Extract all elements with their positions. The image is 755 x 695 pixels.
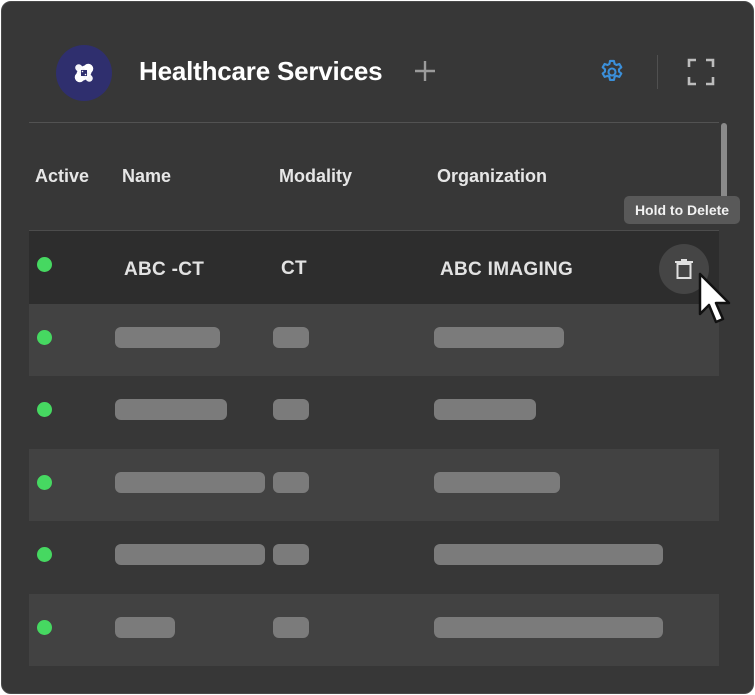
active-status-dot	[37, 329, 52, 345]
redacted-organization	[434, 399, 536, 420]
column-header-name[interactable]: Name	[122, 166, 171, 187]
column-header-active[interactable]: Active	[35, 166, 89, 187]
table-row[interactable]	[29, 376, 719, 449]
column-header-modality[interactable]: Modality	[279, 166, 352, 187]
service-name: ABC -CT	[124, 259, 205, 280]
redacted-name	[115, 544, 265, 565]
table-row[interactable]	[29, 448, 719, 521]
redacted-organization	[434, 326, 564, 348]
service-modality: CT	[281, 258, 307, 279]
settings-button[interactable]	[597, 57, 627, 87]
active-status-dot	[37, 619, 52, 635]
redacted-modality	[273, 399, 309, 420]
logo-badge	[56, 45, 112, 101]
redacted-modality	[273, 544, 309, 565]
header-divider	[657, 55, 658, 89]
scrollbar-thumb[interactable]	[721, 123, 727, 203]
expand-icon	[687, 58, 715, 86]
active-status-dot	[37, 402, 52, 417]
redacted-name	[115, 471, 265, 493]
table-body: ABC -CT CT ABC IMAGING	[29, 231, 719, 666]
table-row[interactable]	[29, 521, 719, 594]
add-service-button[interactable]	[410, 56, 440, 86]
column-header-organization[interactable]: Organization	[437, 166, 547, 187]
bandage-icon	[74, 63, 94, 83]
panel-header: Healthcare Services	[2, 2, 753, 122]
header-divider-line	[29, 122, 719, 123]
table-row[interactable]: ABC -CT CT ABC IMAGING	[29, 231, 719, 304]
redacted-modality	[273, 471, 309, 493]
redacted-organization	[434, 616, 663, 638]
redacted-name	[115, 399, 227, 420]
mouse-pointer-icon	[698, 272, 731, 324]
delete-tooltip: Hold to Delete	[624, 196, 740, 224]
table-row[interactable]	[29, 303, 719, 376]
page-title: Healthcare Services	[139, 56, 383, 86]
redacted-name	[115, 326, 220, 348]
gear-icon	[601, 59, 623, 81]
trash-icon	[675, 259, 693, 279]
table-row[interactable]	[29, 593, 719, 666]
redacted-organization	[434, 471, 560, 493]
healthcare-services-panel: Healthcare Services Active Name Modality…	[1, 1, 754, 694]
plus-icon	[415, 61, 435, 81]
fullscreen-button[interactable]	[686, 57, 716, 87]
redacted-modality	[273, 616, 309, 638]
service-organization: ABC IMAGING	[440, 259, 574, 280]
redacted-name	[115, 616, 175, 638]
active-status-dot	[37, 474, 52, 490]
active-status-dot	[37, 547, 52, 562]
redacted-modality	[273, 326, 309, 348]
active-status-dot	[37, 257, 52, 272]
redacted-organization	[434, 544, 663, 565]
